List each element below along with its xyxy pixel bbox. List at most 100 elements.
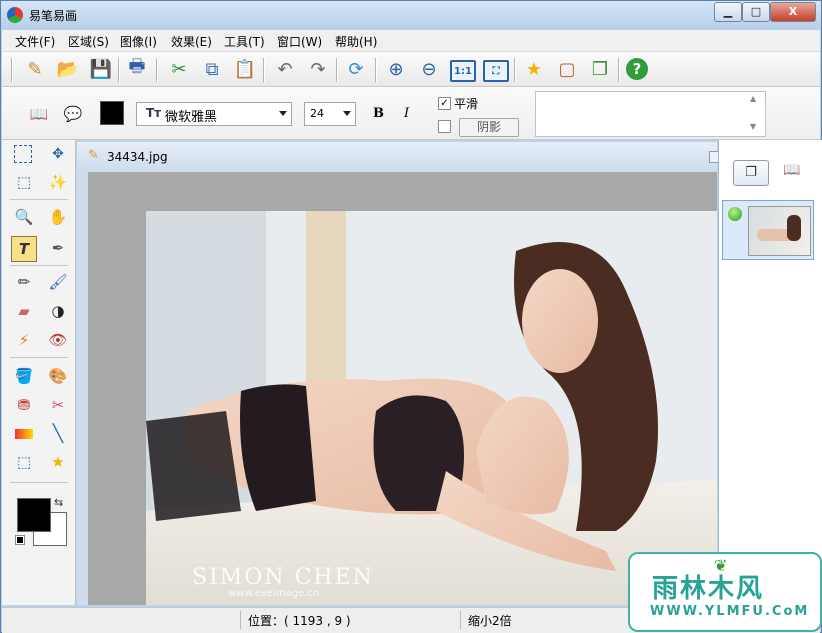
pencil-icon[interactable]: ✏: [13, 271, 35, 293]
zoom-tool-icon[interactable]: 🔍: [13, 206, 35, 228]
menu-image[interactable]: 图像(I): [120, 33, 157, 50]
book-icon[interactable]: 📖: [783, 162, 800, 178]
copy-icon[interactable]: ⧉: [199, 56, 225, 82]
frame-icon[interactable]: ▢: [554, 56, 580, 82]
status-separator: [460, 611, 461, 629]
foreground-color-swatch[interactable]: [17, 498, 51, 532]
text-color-swatch[interactable]: [100, 101, 124, 125]
menu-tools[interactable]: 工具(T): [224, 33, 265, 50]
red-eye-icon[interactable]: 👁: [47, 329, 69, 351]
toolbar-separator: [263, 58, 265, 82]
layers-icon[interactable]: ❐: [587, 56, 613, 82]
thumbnail-hair: [787, 215, 801, 241]
rect-select-icon[interactable]: [14, 145, 32, 163]
brush-icon[interactable]: 🖌: [47, 271, 69, 293]
photo: SIMON CHEN www.eveimage.cn: [146, 211, 717, 605]
undo-icon[interactable]: ↶: [272, 56, 298, 82]
maximize-button[interactable]: □: [742, 2, 770, 22]
layer-thumbnail: [748, 206, 811, 256]
font-size-select[interactable]: 24: [304, 102, 356, 126]
image-canvas[interactable]: SIMON CHEN www.eveimage.cn: [88, 172, 717, 605]
menu-effects[interactable]: 效果(E): [171, 33, 212, 50]
zoom-out-icon[interactable]: ⊖: [416, 56, 442, 82]
paste-icon[interactable]: 📋: [232, 56, 258, 82]
menu-help[interactable]: 帮助(H): [335, 33, 377, 50]
scroll-down-icon[interactable]: ▼: [750, 122, 756, 131]
pencil-icon: ✎: [88, 148, 99, 163]
star-effect-icon[interactable]: ★: [521, 56, 547, 82]
stamp-icon[interactable]: ⛃: [13, 394, 35, 416]
line-tool-icon[interactable]: ╲: [47, 423, 69, 445]
zoom-in-icon[interactable]: ⊕: [383, 56, 409, 82]
document-window: ✎ 34434.jpg SIMON CHEN www.eveimage.cn: [77, 142, 719, 605]
cut-icon[interactable]: ✂: [166, 56, 192, 82]
layer-visible-icon[interactable]: [728, 207, 742, 221]
heal-icon[interactable]: ✂: [47, 394, 69, 416]
font-type-icon: Tт: [146, 106, 162, 120]
open-folder-icon[interactable]: 📂: [55, 56, 81, 82]
toolbar-separator: [156, 58, 158, 82]
photo-watermark: SIMON CHEN: [192, 565, 374, 590]
fit-window-icon[interactable]: ⛶: [483, 60, 509, 82]
status-separator: [240, 611, 241, 629]
toolbar-separator: [11, 58, 13, 82]
shadow-checkbox[interactable]: [438, 120, 451, 133]
palette-separator: [10, 482, 68, 483]
font-size-value: 24: [310, 107, 324, 120]
bold-button[interactable]: B: [373, 106, 384, 121]
actual-size-icon[interactable]: 1:1: [450, 60, 476, 82]
site-watermark: ❦ 雨林木风 WWW.YLMFU.CoM: [628, 552, 822, 632]
menu-region[interactable]: 区域(S): [68, 33, 109, 50]
smooth-label: 平滑: [454, 97, 479, 111]
print-icon[interactable]: 🖶: [124, 56, 150, 82]
palette-separator: [10, 265, 68, 266]
move-selection-icon[interactable]: ✥: [47, 143, 69, 165]
chevron-down-icon: [279, 111, 287, 116]
shadow-button[interactable]: 阴影: [459, 118, 519, 137]
contrast-icon[interactable]: ◑: [47, 300, 69, 322]
text-tool-icon[interactable]: T: [11, 236, 37, 262]
speech-bubble-icon[interactable]: 💬: [62, 103, 84, 125]
font-select[interactable]: Tт 微软雅黑: [136, 102, 292, 126]
menu-window[interactable]: 窗口(W): [277, 33, 322, 50]
scroll-up-icon[interactable]: ▲: [750, 94, 756, 103]
hand-tool-icon[interactable]: ✋: [47, 206, 69, 228]
book-icon[interactable]: 📖: [28, 103, 50, 125]
magic-wand-icon[interactable]: ✨: [47, 171, 69, 193]
cursor-position: 位置：( 1193 , 9 ): [248, 614, 351, 628]
main-toolbar: ✎ 📂 💾 🖶 ✂ ⧉ 📋 ↶ ↷ ⟳ ⊕ ⊖ 1:1 ⛶ ★ ▢ ❐ ?: [2, 52, 820, 87]
save-icon[interactable]: 💾: [88, 56, 114, 82]
close-button[interactable]: X: [770, 2, 816, 22]
site-watermark-name: 雨林木风: [652, 574, 765, 604]
smooth-checkbox[interactable]: ✓: [438, 97, 451, 110]
minimize-button[interactable]: ▁: [714, 2, 742, 22]
text-input[interactable]: [535, 91, 766, 137]
title-bar: 易笔易画 ▁ □ X: [1, 1, 821, 29]
smudge-icon[interactable]: ⚡: [13, 329, 35, 351]
chevron-down-icon: [343, 111, 351, 116]
swap-colors-icon[interactable]: ⇆: [54, 496, 63, 509]
menu-file[interactable]: 文件(F): [15, 33, 55, 50]
gradient-icon[interactable]: [13, 423, 35, 445]
toolbar-separator: [514, 58, 516, 82]
help-icon[interactable]: ?: [626, 58, 648, 80]
tool-palette: ✥ ⬚ ✨ 🔍 ✋ T ✒ ✏ 🖌 ▰ ◑ ⚡ 👁 🪣 🎨 ⛃ ✂ ╲ ⬚ ★ …: [2, 140, 76, 605]
color-replace-icon[interactable]: 🎨: [47, 365, 69, 387]
document-tab[interactable]: ✎ 34434.jpg: [77, 142, 719, 172]
redo-icon[interactable]: ↷: [305, 56, 331, 82]
rotate-icon[interactable]: ⟳: [343, 56, 369, 82]
shape-star-icon[interactable]: ★: [47, 451, 69, 473]
new-file-icon[interactable]: ✎: [22, 56, 48, 82]
fill-bucket-icon[interactable]: 🪣: [13, 365, 35, 387]
document-filename: 34434.jpg: [107, 150, 168, 164]
italic-button[interactable]: I: [404, 106, 409, 121]
layer-item[interactable]: [722, 200, 814, 260]
reset-colors-icon[interactable]: [15, 535, 25, 545]
layers-view-icon[interactable]: ❐: [733, 160, 769, 186]
lasso-select-icon[interactable]: ⬚: [13, 171, 35, 193]
eyedropper-icon[interactable]: ✒: [47, 237, 69, 259]
toolbar-separator: [618, 58, 620, 82]
transform-icon[interactable]: ⬚: [13, 451, 35, 473]
eraser-icon[interactable]: ▰: [13, 300, 35, 322]
window-title: 易笔易画: [29, 9, 78, 23]
